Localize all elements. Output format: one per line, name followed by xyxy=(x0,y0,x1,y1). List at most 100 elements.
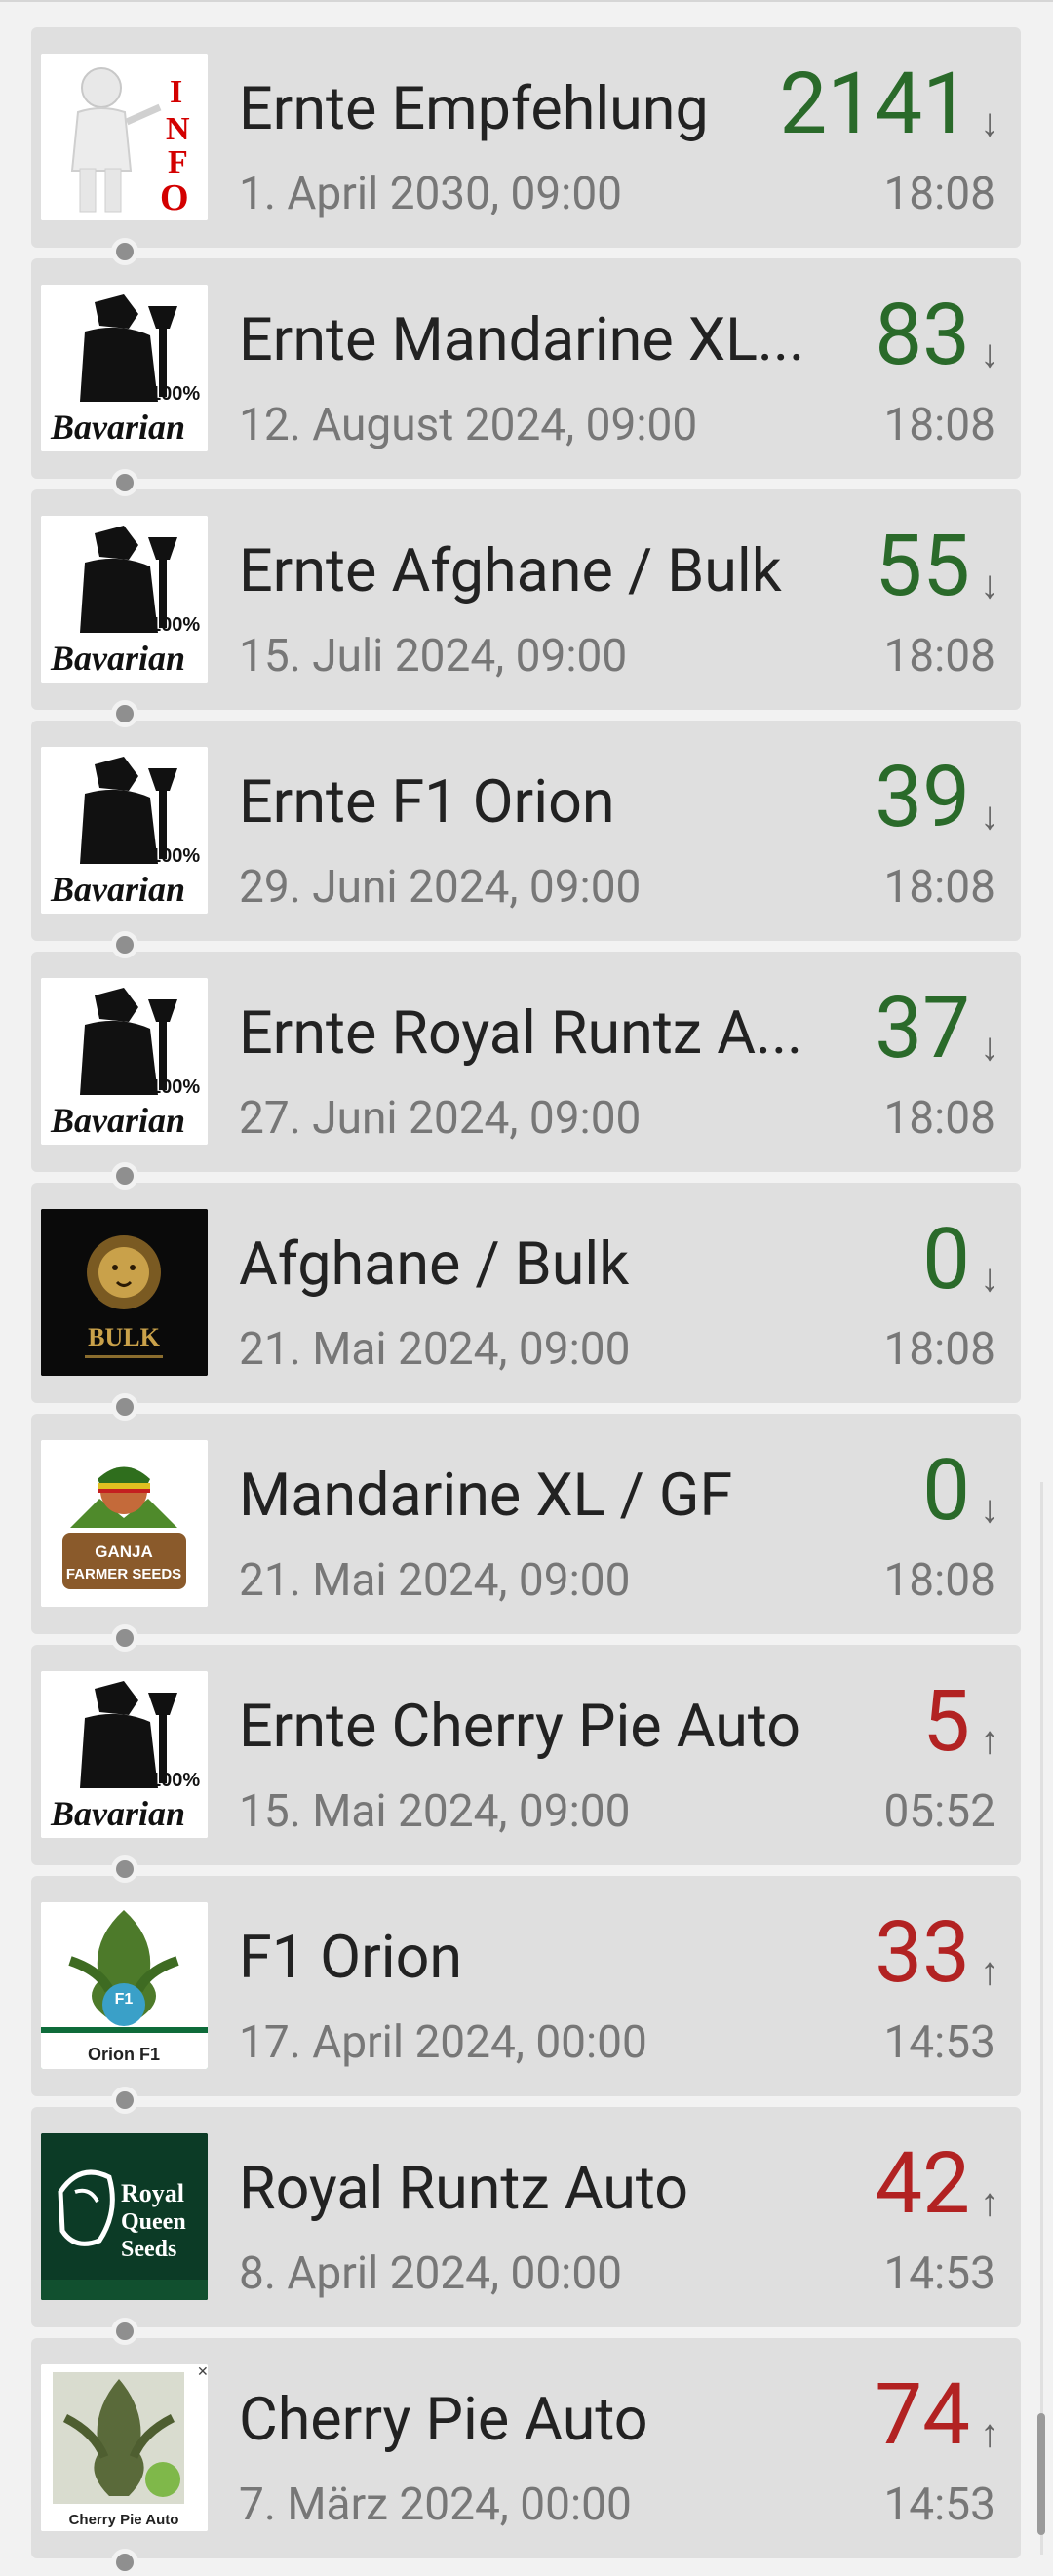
svg-text:BULK: BULK xyxy=(88,1323,160,1351)
reminder-list: I N F O Ernte Empfehlung 1. April 2030, … xyxy=(31,27,1021,2576)
arrow-down-icon: ↓ xyxy=(980,331,999,376)
item-date: 21. Mai 2024, 09:00 xyxy=(239,1554,631,1607)
svg-text:Cherry Pie Auto: Cherry Pie Auto xyxy=(69,2512,179,2528)
svg-text:✕: ✕ xyxy=(197,2364,208,2379)
item-time: 18:08 xyxy=(883,399,995,451)
item-count: 5 xyxy=(922,1672,970,1772)
item-date: 1. April 2030, 09:00 xyxy=(239,168,623,220)
svg-text:Bavarian: Bavarian xyxy=(50,639,185,678)
svg-text:FARMER SEEDS: FARMER SEEDS xyxy=(66,1566,181,1582)
item-title: Ernte F1 Orion xyxy=(239,767,615,837)
info-figure-icon: I N F O xyxy=(41,54,208,220)
list-item[interactable]: 100% Bavarian Ernte Afghane / Bulk 15. J… xyxy=(31,489,1021,727)
item-date: 17. April 2024, 00:00 xyxy=(239,2016,647,2069)
arrow-down-icon: ↓ xyxy=(980,1486,999,1532)
timeline-dot xyxy=(111,469,138,496)
timeline-dot xyxy=(111,2318,138,2345)
item-title: Ernte Empfehlung xyxy=(239,74,709,143)
timeline-dot xyxy=(111,1624,138,1652)
item-time: 18:08 xyxy=(883,168,995,220)
item-count: 55 xyxy=(875,517,970,616)
item-title: Ernte Royal Runtz A... xyxy=(239,998,803,1068)
orion-plant-icon: F1 Orion F1 xyxy=(41,1902,208,2069)
timeline-dot xyxy=(111,1162,138,1190)
royal-queen-seeds-logo-icon: Royal Queen Seeds xyxy=(41,2133,208,2300)
bavarian-logo-icon: 100% Bavarian xyxy=(41,1671,208,1838)
item-date: 29. Juni 2024, 09:00 xyxy=(239,861,642,914)
item-date: 15. Mai 2024, 09:00 xyxy=(239,1785,631,1838)
item-title: Cherry Pie Auto xyxy=(239,2385,648,2454)
svg-text:100%: 100% xyxy=(150,1076,200,1098)
item-time: 18:08 xyxy=(883,1092,995,1145)
timeline-dot xyxy=(111,1855,138,1883)
item-count: 39 xyxy=(875,748,970,847)
bavarian-logo-icon: 100% Bavarian xyxy=(41,285,208,451)
item-count: 33 xyxy=(875,1903,970,2003)
list-item[interactable]: ✕ Cherry Pie Auto Cherry Pie Auto 7. Mär… xyxy=(31,2338,1021,2576)
timeline-dot xyxy=(111,1393,138,1421)
svg-text:100%: 100% xyxy=(150,1770,200,1791)
item-date: 21. Mai 2024, 09:00 xyxy=(239,1323,631,1376)
svg-text:F: F xyxy=(168,144,188,180)
item-title: Mandarine XL / GF xyxy=(239,1461,733,1530)
item-count: 37 xyxy=(875,979,970,1078)
item-time: 18:08 xyxy=(883,861,995,914)
item-title: Afghane / Bulk xyxy=(239,1229,630,1299)
list-item[interactable]: F1 Orion F1 F1 Orion 17. April 2024, 00:… xyxy=(31,1876,1021,2114)
svg-text:Bavarian: Bavarian xyxy=(50,870,185,909)
item-time: 18:08 xyxy=(883,630,995,683)
item-time: 05:52 xyxy=(883,1785,995,1838)
timeline-dot xyxy=(111,238,138,265)
bulk-lion-logo-icon: BULK xyxy=(41,1209,208,1376)
svg-text:O: O xyxy=(160,177,189,218)
item-date: 27. Juni 2024, 09:00 xyxy=(239,1092,642,1145)
arrow-down-icon: ↓ xyxy=(980,793,999,839)
list-item[interactable]: I N F O Ernte Empfehlung 1. April 2030, … xyxy=(31,27,1021,265)
arrow-up-icon: ↑ xyxy=(980,1948,999,1994)
svg-text:100%: 100% xyxy=(150,614,200,636)
list-item[interactable]: BULK Afghane / Bulk 21. Mai 2024, 09:00 … xyxy=(31,1183,1021,1421)
svg-text:100%: 100% xyxy=(150,845,200,867)
list-item[interactable]: 100% Bavarian Ernte Cherry Pie Auto 15. … xyxy=(31,1645,1021,1883)
arrow-down-icon: ↓ xyxy=(980,99,999,145)
timeline-dot xyxy=(111,2549,138,2576)
svg-text:Seeds: Seeds xyxy=(121,2237,176,2262)
cherry-pie-plant-icon: ✕ Cherry Pie Auto xyxy=(41,2364,208,2531)
bavarian-logo-icon: 100% Bavarian xyxy=(41,978,208,1145)
scrollbar-thumb[interactable] xyxy=(1037,2413,1045,2535)
item-title: Ernte Mandarine XL... xyxy=(239,305,805,374)
info-logo-letter: I xyxy=(170,74,182,110)
item-time: 18:08 xyxy=(883,1323,995,1376)
arrow-down-icon: ↓ xyxy=(980,1024,999,1070)
ganja-farmer-logo-icon: GANJA FARMER SEEDS xyxy=(41,1440,208,1607)
list-item[interactable]: Royal Queen Seeds Royal Runtz Auto 8. Ap… xyxy=(31,2107,1021,2345)
list-item[interactable]: 100% Bavarian Ernte Mandarine XL... 12. … xyxy=(31,258,1021,496)
arrow-up-icon: ↑ xyxy=(980,2410,999,2456)
list-item[interactable]: 100% Bavarian Ernte F1 Orion 29. Juni 20… xyxy=(31,721,1021,958)
arrow-down-icon: ↓ xyxy=(980,562,999,607)
item-date: 15. Juli 2024, 09:00 xyxy=(239,630,628,683)
item-time: 14:53 xyxy=(883,2247,995,2300)
svg-text:Bavarian: Bavarian xyxy=(50,408,185,447)
item-title: Royal Runtz Auto xyxy=(239,2154,688,2223)
list-item[interactable]: GANJA FARMER SEEDS Mandarine XL / GF 21.… xyxy=(31,1414,1021,1652)
item-date: 7. März 2024, 00:00 xyxy=(239,2478,632,2531)
svg-text:Royal: Royal xyxy=(121,2179,184,2207)
list-item[interactable]: 100% Bavarian Ernte Royal Runtz A... 27.… xyxy=(31,952,1021,1190)
top-divider xyxy=(0,0,1053,2)
item-date: 8. April 2024, 00:00 xyxy=(239,2247,623,2300)
arrow-up-icon: ↑ xyxy=(980,1717,999,1763)
item-time: 14:53 xyxy=(883,2478,995,2531)
item-count: 0 xyxy=(922,1441,970,1541)
svg-text:GANJA: GANJA xyxy=(95,1542,153,1561)
arrow-down-icon: ↓ xyxy=(980,1255,999,1301)
arrow-up-icon: ↑ xyxy=(980,2179,999,2225)
svg-text:N: N xyxy=(166,111,190,147)
bavarian-logo-icon: 100% Bavarian xyxy=(41,747,208,914)
item-title: Ernte Cherry Pie Auto xyxy=(239,1692,801,1761)
scroll-track xyxy=(1040,1482,1043,2555)
timeline-dot xyxy=(111,2087,138,2114)
item-count: 2141 xyxy=(779,55,970,154)
svg-text:Bavarian: Bavarian xyxy=(50,1101,185,1140)
item-count: 83 xyxy=(875,286,970,385)
